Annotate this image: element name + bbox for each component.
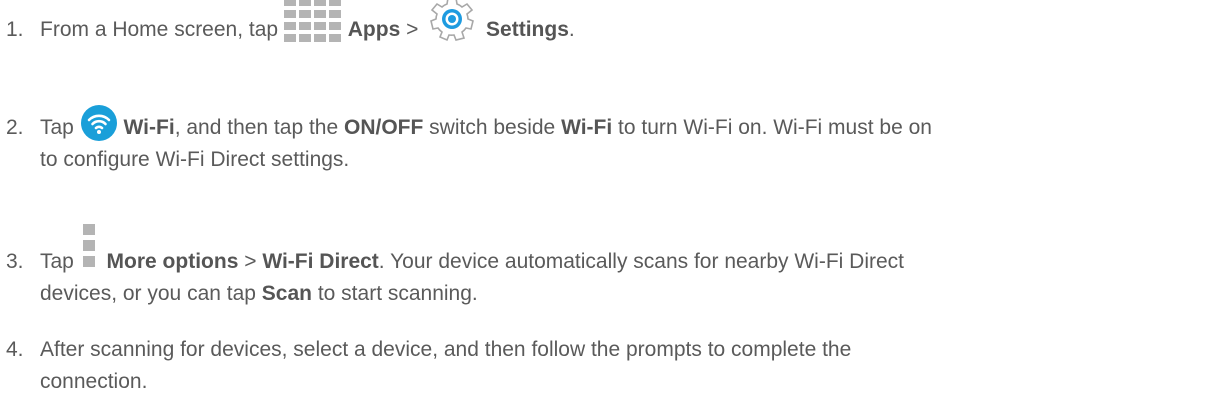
wifi-direct-label: Wi-Fi Direct [262,250,379,273]
wifi-icon [80,105,118,141]
step-text: , and then tap the [174,116,344,139]
step-number: 3. [6,250,24,273]
settings-label: Settings [486,18,569,41]
menu-separator: > [400,18,425,41]
apps-grid-icon [283,0,342,42]
menu-separator: > [238,250,263,273]
wifi-label: Wi-Fi [561,116,613,139]
apps-label: Apps [347,18,401,41]
more-options-icon [82,224,96,274]
step-text: After scanning for devices, select a dev… [40,338,852,361]
on-off-label: ON/OFF [344,116,424,139]
step-number: 4. [6,338,24,361]
step-text: switch beside [423,116,562,139]
more-options-label: More options [106,250,239,273]
step-text: From a Home screen, tap [40,18,284,41]
wifi-label: Wi-Fi [123,116,175,139]
scan-label: Scan [261,282,312,305]
step-text: to turn Wi-Fi on. Wi-Fi must be on [612,116,932,139]
step-number: 2. [6,116,24,139]
settings-gear-icon [428,0,476,42]
step-text-continued: devices, or you can tap Scan to start sc… [40,282,478,306]
step-text: to start scanning. [312,282,478,305]
step-text: Tap [40,250,80,273]
step-text: devices, or you can tap [40,282,262,305]
step-text-continued: to configure Wi-Fi Direct settings. [40,148,350,171]
step-text-end: . [568,18,575,41]
step-number: 1. [6,18,24,41]
step-text-continued: connection. [40,370,148,393]
step-text: Tap [40,116,80,139]
step-text: . Your device automatically scans for ne… [378,250,905,273]
